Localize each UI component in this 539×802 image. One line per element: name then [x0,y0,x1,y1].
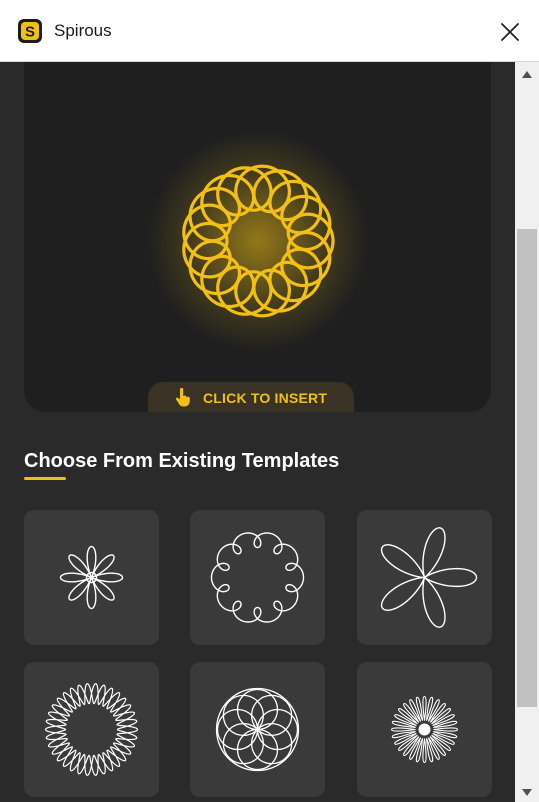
dense-petal-template-icon [390,695,459,764]
scroll-up-arrow-icon[interactable] [522,71,532,78]
flower-template-icon [59,545,124,610]
propeller-template-icon [380,527,478,628]
pointer-hand-icon [175,387,190,407]
loop-ring-template-icon [210,532,305,623]
spirous-logo-icon: S [18,19,42,43]
main-content: CLICK TO INSERT Choose From Existing Tem… [0,62,515,802]
templates-heading: Choose From Existing Templates [24,450,340,472]
app-title: Spirous [54,21,112,40]
template-tile-propeller[interactable] [357,510,492,645]
click-to-insert-label: CLICK TO INSERT [203,390,328,406]
title-bar: S Spirous [0,0,539,62]
overlapping-circles-template-icon [215,687,300,772]
scrollbar-thumb[interactable] [517,229,537,707]
template-tile-overlapping-circles[interactable] [190,662,325,797]
template-tile-loop-ring[interactable] [190,510,325,645]
template-tile-flower[interactable] [24,510,159,645]
close-icon [501,23,519,41]
heading-underline [24,477,66,480]
click-to-insert-button[interactable]: CLICK TO INSERT [148,382,354,412]
svg-text:S: S [25,24,35,41]
vertical-scrollbar[interactable] [515,62,539,802]
spiral-preview-pattern [148,131,368,351]
scroll-down-arrow-icon[interactable] [522,789,532,796]
pattern-preview: CLICK TO INSERT [24,62,491,412]
template-tile-star-ring[interactable] [24,662,159,797]
template-tile-dense-petal[interactable] [357,662,492,797]
close-button[interactable] [498,20,522,44]
star-ring-template-icon [44,683,139,776]
